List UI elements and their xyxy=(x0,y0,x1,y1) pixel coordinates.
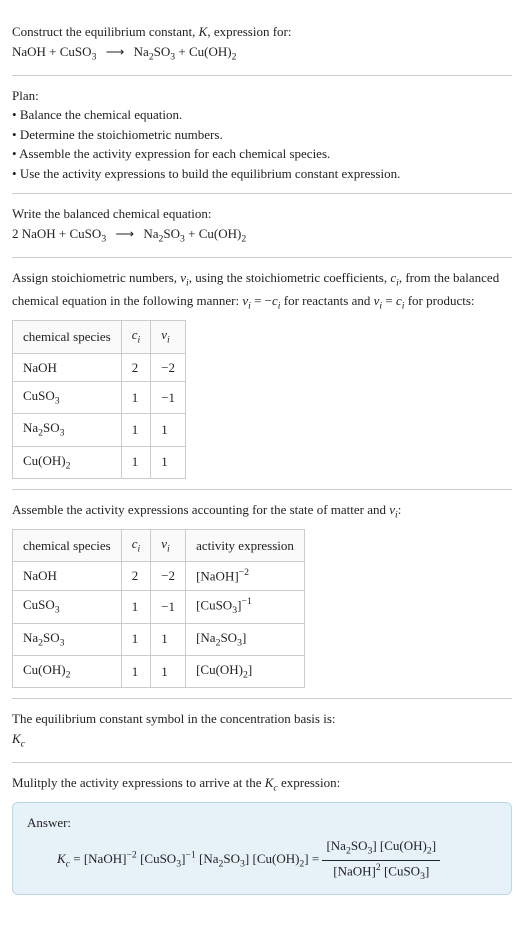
table-row: NaOH 2 −2 [NaOH]−2 xyxy=(13,562,305,591)
table-row: NaOH 2 −2 xyxy=(13,353,186,382)
activity-section: Assemble the activity expressions accoun… xyxy=(12,490,512,699)
basis-section: The equilibrium constant symbol in the c… xyxy=(12,699,512,763)
plan-list: Balance the chemical equation. Determine… xyxy=(12,105,512,183)
table-row: Cu(OH)2 1 1 xyxy=(13,446,186,478)
table-header-row: chemical species ci νi xyxy=(13,321,186,353)
question-section: Construct the equilibrium constant, K, e… xyxy=(12,12,512,76)
basis-line: The equilibrium constant symbol in the c… xyxy=(12,709,512,729)
answer-box: Answer: Kc = [NaOH]−2 [CuSO3]−1 [Na2SO3]… xyxy=(12,802,512,895)
question-line: Construct the equilibrium constant, K, e… xyxy=(12,22,512,42)
activity-intro: Assemble the activity expressions accoun… xyxy=(12,500,512,523)
multiply-line: Mulitply the activity expressions to arr… xyxy=(12,773,512,796)
plan-item: Determine the stoichiometric numbers. xyxy=(12,125,512,145)
question-text-b: , expression for: xyxy=(207,24,291,39)
table-header-row: chemical species ci νi activity expressi… xyxy=(13,529,305,561)
col-nu: νi xyxy=(151,529,186,561)
plan-item: Assemble the activity expression for eac… xyxy=(12,144,512,164)
answer-label: Answer: xyxy=(27,813,497,833)
multiply-section: Mulitply the activity expressions to arr… xyxy=(12,763,512,905)
stoich-table: chemical species ci νi NaOH 2 −2 CuSO3 1… xyxy=(12,320,186,478)
reaction-arrow-icon: ⟶ xyxy=(100,44,131,59)
col-c: ci xyxy=(121,529,151,561)
fraction-denominator: [NaOH]2 [CuSO3] xyxy=(322,861,440,885)
balanced-section: Write the balanced chemical equation: 2 … xyxy=(12,194,512,258)
table-row: Na2SO3 1 1 xyxy=(13,414,186,446)
table-row: CuSO3 1 −1 [CuSO3]−1 xyxy=(13,591,305,624)
table-row: Cu(OH)2 1 1 [Cu(OH)2] xyxy=(13,655,305,687)
table-row: CuSO3 1 −1 xyxy=(13,382,186,414)
unbalanced-equation: NaOH + CuSO3 ⟶ Na2SO3 + Cu(OH)2 xyxy=(12,42,512,65)
col-activity: activity expression xyxy=(186,529,305,561)
table-row: Na2SO3 1 1 [Na2SO3] xyxy=(13,623,305,655)
balanced-title: Write the balanced chemical equation: xyxy=(12,204,512,224)
question-text: Construct the equilibrium constant, xyxy=(12,24,199,39)
answer-expression: Kc = [NaOH]−2 [CuSO3]−1 [Na2SO3] [Cu(OH)… xyxy=(27,832,497,884)
kc-symbol: Kc xyxy=(12,729,512,752)
fraction: [Na2SO3] [Cu(OH)2] [NaOH]2 [CuSO3] xyxy=(322,836,440,884)
balanced-equation: 2 NaOH + CuSO3 ⟶ Na2SO3 + Cu(OH)2 xyxy=(12,224,512,247)
plan-title: Plan: xyxy=(12,86,512,106)
stoich-intro: Assign stoichiometric numbers, νi, using… xyxy=(12,268,512,314)
col-c: ci xyxy=(121,321,151,353)
plan-section: Plan: Balance the chemical equation. Det… xyxy=(12,76,512,195)
fraction-numerator: [Na2SO3] [Cu(OH)2] xyxy=(322,836,440,860)
stoich-section: Assign stoichiometric numbers, νi, using… xyxy=(12,258,512,490)
col-species: chemical species xyxy=(13,529,122,561)
activity-table: chemical species ci νi activity expressi… xyxy=(12,529,305,688)
col-nu: νi xyxy=(151,321,186,353)
reaction-arrow-icon: ⟶ xyxy=(109,226,140,241)
col-species: chemical species xyxy=(13,321,122,353)
plan-item: Use the activity expressions to build th… xyxy=(12,164,512,184)
plan-item: Balance the chemical equation. xyxy=(12,105,512,125)
